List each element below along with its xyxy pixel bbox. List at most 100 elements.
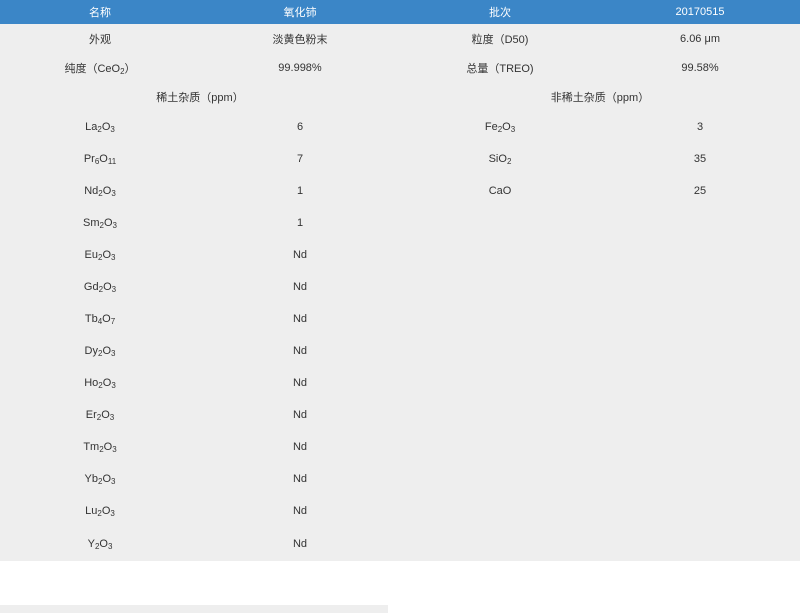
table-header: 名称 氧化铈 批次 20170515 (0, 0, 800, 24)
empty-cell (600, 527, 800, 561)
formula-text: O (102, 345, 111, 357)
info-value: 6.06 μm (680, 32, 720, 45)
rare-earth-value: Nd (292, 281, 308, 293)
empty-cell (600, 335, 800, 367)
formula-subscript: 3 (111, 189, 116, 198)
empty-cell (400, 335, 600, 367)
impurity-row: Dy2O3 Nd (0, 335, 800, 367)
formula-subscript: 3 (107, 542, 113, 551)
formula-text: Nd (84, 185, 99, 197)
info-value: 99.58% (681, 61, 719, 74)
impurity-row: Tb4O7 Nd (0, 303, 800, 335)
formula-text: Tb (84, 313, 98, 325)
formula-text: O (99, 538, 108, 550)
empty-cell (400, 239, 600, 271)
impurity-row: Pr6O11 7 SiO2 35 (0, 143, 800, 175)
non-rare-earth-value: 3 (696, 121, 704, 133)
non-rare-earth-formula: CaO (400, 175, 600, 207)
rare-earth-formula: Nd2O3 (0, 175, 200, 207)
formula-subscript: 2 (506, 157, 512, 166)
rare-earth-formula: Tm2O3 (0, 431, 200, 463)
rare-earth-formula: Dy2O3 (0, 335, 200, 367)
formula-text: Eu (84, 249, 98, 261)
formula-subscript: 3 (112, 445, 117, 454)
impurity-row: Lu2O3 Nd (0, 495, 800, 527)
formula-text: Lu (85, 505, 98, 517)
header-row: 名称 氧化铈 批次 20170515 (0, 0, 800, 24)
formula-subscript: 7 (110, 317, 116, 326)
rare-earth-value: Nd (292, 409, 308, 421)
rare-earth-value: 1 (296, 185, 304, 197)
rare-earth-formula: La2O3 (0, 111, 200, 143)
empty-cell (400, 207, 600, 239)
formula-subscript: 3 (109, 413, 115, 422)
formula-text: O (103, 441, 113, 453)
non-rare-earth-formula: Fe2O3 (400, 111, 600, 143)
impurity-row: Nd2O3 1 CaO 25 (0, 175, 800, 207)
empty-cell (600, 207, 800, 239)
rare-earth-formula: Eu2O3 (0, 239, 200, 271)
rare-earth-value: 1 (296, 217, 304, 229)
formula-text: Fe (484, 121, 498, 133)
rare-earth-value: 7 (296, 153, 304, 165)
empty-cell (400, 527, 600, 561)
empty-cell (600, 367, 800, 399)
formula-text: O (102, 313, 111, 325)
rare-earth-value: Nd (292, 473, 308, 485)
formula-text: SiO (488, 153, 507, 165)
rare-earth-value: Nd (292, 377, 308, 389)
formula-text: ） (124, 62, 136, 75)
info-label: 总量（TREO) (400, 53, 600, 82)
non-rare-earth-section-title: 非稀土杂质（ppm） (550, 91, 650, 104)
formula-text: 粒度（D50) (471, 33, 529, 46)
rare-earth-value: Nd (292, 505, 308, 517)
empty-cell (400, 463, 600, 495)
formula-text: Ho (84, 377, 99, 389)
rare-earth-value: Nd (292, 538, 308, 550)
formula-subscript: 3 (111, 381, 116, 390)
non-rare-earth-value: 25 (693, 185, 707, 197)
empty-cell (400, 367, 600, 399)
specification-table: 名称 氧化铈 批次 20170515 外观 淡黄色粉末 粒度（D50) 6.06 μm… (0, 0, 800, 561)
footer-bar (0, 605, 388, 613)
formula-subscript: 3 (110, 509, 115, 518)
rare-earth-value: 6 (296, 121, 304, 133)
formula-subscript: 3 (111, 285, 117, 294)
impurity-row: Y2O3 Nd (0, 527, 800, 561)
rare-earth-formula: Yb2O3 (0, 463, 200, 495)
header-batch-number: 20170515 (600, 0, 800, 24)
info-row: 外观 淡黄色粉末 粒度（D50) 6.06 μm (0, 24, 800, 53)
impurity-row: Ho2O3 Nd (0, 367, 800, 399)
formula-text: O (102, 473, 112, 485)
rare-earth-value: Nd (292, 249, 308, 261)
empty-cell (600, 271, 800, 303)
empty-cell (600, 239, 800, 271)
rare-earth-formula: Er2O3 (0, 399, 200, 431)
rare-earth-formula: Pr6O11 (0, 143, 200, 175)
rare-earth-value: Nd (292, 345, 308, 357)
empty-cell (400, 271, 600, 303)
non-rare-earth-value: 35 (693, 153, 707, 165)
non-rare-earth-formula: SiO2 (400, 143, 600, 175)
info-value: 淡黄色粉末 (272, 33, 328, 46)
table-body: 外观 淡黄色粉末 粒度（D50) 6.06 μm 纯度（CeO2） 99.998% 总量（T… (0, 24, 800, 561)
formula-text: Sm (83, 217, 100, 229)
rare-earth-formula: Y2O3 (0, 527, 200, 561)
info-row: 纯度（CeO2） 99.998% 总量（TREO) 99.58% (0, 53, 800, 82)
impurity-row: Sm2O3 1 (0, 207, 800, 239)
formula-text: 外观 (89, 33, 111, 46)
empty-cell (400, 431, 600, 463)
empty-cell (600, 495, 800, 527)
rare-earth-formula: Lu2O3 (0, 495, 200, 527)
formula-text: CaO (488, 185, 512, 197)
header-product-name: 氧化铈 (200, 0, 400, 24)
rare-earth-formula: Ho2O3 (0, 367, 200, 399)
info-label: 粒度（D50) (400, 24, 600, 53)
impurity-row: Tm2O3 Nd (0, 431, 800, 463)
formula-text: O (99, 153, 108, 165)
formula-text: O (102, 249, 112, 261)
formula-text: O (502, 121, 511, 133)
formula-subscript: 3 (510, 125, 516, 134)
empty-cell (400, 495, 600, 527)
rare-earth-value: Nd (292, 441, 308, 453)
